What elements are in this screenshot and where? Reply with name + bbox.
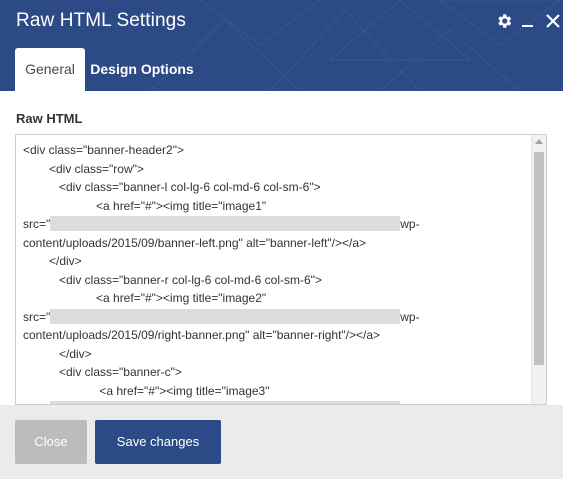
code-content: <div class="banner-header2"> <div class="… xyxy=(23,141,533,404)
code-text: src=" xyxy=(23,217,51,231)
code-text: wp- xyxy=(400,217,420,231)
code-text: </div> xyxy=(49,254,82,268)
code-line: src=" wp- xyxy=(23,308,533,327)
scroll-up-arrow-icon[interactable] xyxy=(535,139,543,144)
code-line: <a href="#"><img title="image1" xyxy=(23,197,533,216)
code-line: <div class="row"> xyxy=(23,160,533,179)
scrollbar-thumb[interactable] xyxy=(534,152,544,365)
modal-header: Raw HTML Settings General Design Options xyxy=(0,0,563,91)
code-line: <div class="banner-c"> xyxy=(23,363,533,382)
code-text: src=" xyxy=(23,309,51,324)
tab-general[interactable]: General xyxy=(15,48,85,91)
code-line: <div class="banner-header2"> xyxy=(23,141,533,160)
code-text: <div class="banner-r col-lg-6 col-md-6 c… xyxy=(59,272,322,287)
code-line: <div class="banner-l col-lg-6 col-md-6 c… xyxy=(23,178,533,197)
code-line: </div> xyxy=(23,345,533,364)
close-button[interactable]: Close xyxy=(15,420,87,464)
redacted-url xyxy=(50,308,401,324)
code-text: <a href="#"><img title="image2" xyxy=(96,291,267,305)
window-title: Raw HTML Settings xyxy=(16,10,186,31)
code-line: <a href="#"><img title="image3" xyxy=(23,382,533,401)
minimize-icon[interactable] xyxy=(520,12,540,32)
code-text: <div class="banner-header2"> xyxy=(23,143,184,157)
raw-html-label: Raw HTML xyxy=(16,111,83,126)
code-line: content/uploads/2015/09/right-banner.png… xyxy=(23,326,533,345)
code-line: <a href="#"><img title="image2" xyxy=(23,289,533,308)
code-text: wp- xyxy=(400,309,420,324)
tab-design-options[interactable]: Design Options xyxy=(88,48,196,91)
gear-icon[interactable] xyxy=(495,12,515,32)
close-icon[interactable] xyxy=(545,12,563,32)
code-text: </div> xyxy=(59,346,92,361)
code-line: </div> xyxy=(23,252,533,271)
code-line: <div class="banner-r col-lg-6 col-md-6 c… xyxy=(23,271,533,290)
scrollbar[interactable] xyxy=(531,135,546,404)
code-text: <div class="banner-c"> xyxy=(59,365,182,379)
raw-html-textarea[interactable]: <div class="banner-header2"> <div class="… xyxy=(15,134,547,405)
code-text: content/uploads/2015/09/right-banner.png… xyxy=(23,328,381,342)
code-line: content/uploads/2015/09/banner-left.png"… xyxy=(23,234,533,253)
code-text: <div class="row"> xyxy=(49,161,144,176)
code-text: <a href="#"><img title="image1" xyxy=(96,198,267,213)
code-text: content/uploads/2015/09/banner-left.png"… xyxy=(23,235,367,250)
code-line: src=" wp- xyxy=(23,215,533,234)
code-text: <div class="banner-l col-lg-6 col-md-6 c… xyxy=(59,180,321,194)
save-changes-button[interactable]: Save changes xyxy=(95,420,221,464)
code-text: <a href="#"><img title="image3" xyxy=(96,383,270,398)
redacted-url xyxy=(50,216,401,231)
